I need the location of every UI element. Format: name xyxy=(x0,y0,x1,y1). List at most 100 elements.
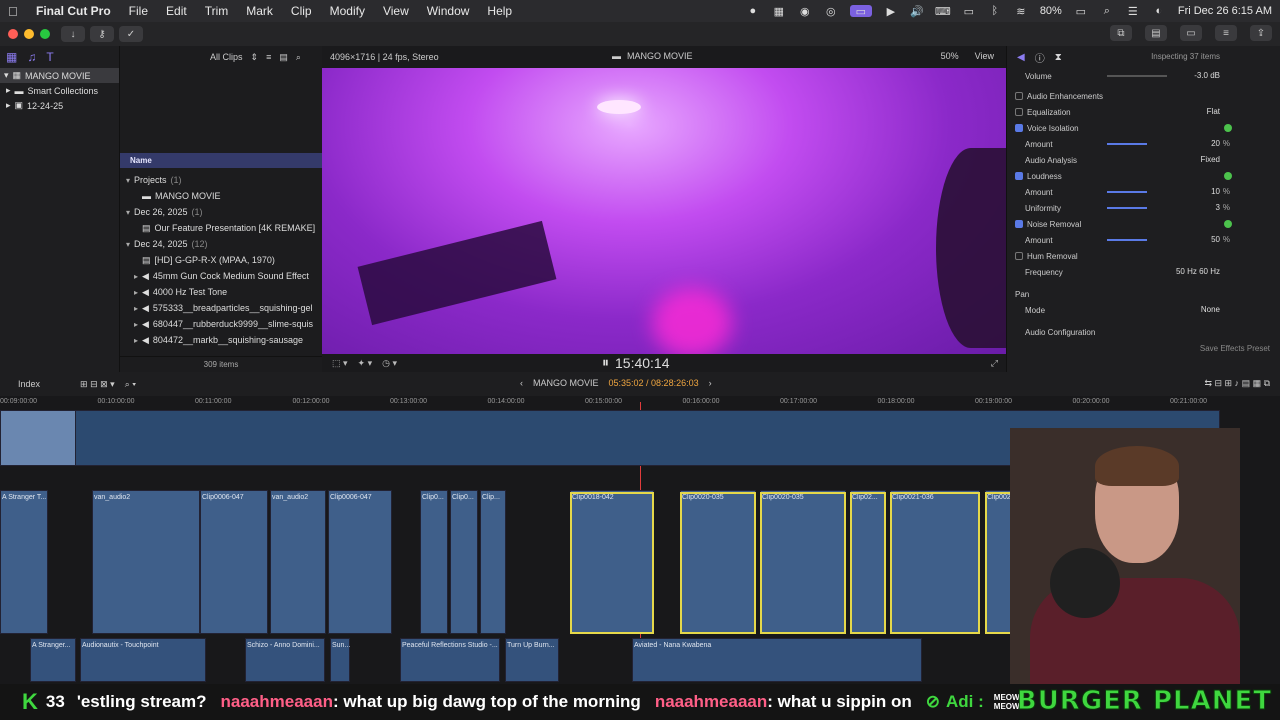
row-value[interactable]: Flat xyxy=(1207,107,1220,116)
sidebar-item-smart-collections[interactable]: ▸ ▬ Smart Collections xyxy=(0,83,119,98)
audio-clip[interactable] xyxy=(270,490,326,634)
camera-icon[interactable]: ◎ xyxy=(824,5,838,18)
amount-slider[interactable] xyxy=(1107,143,1147,145)
wifi-icon[interactable]: ≋ xyxy=(1014,5,1028,18)
search-icon[interactable]: ⌕ xyxy=(1100,5,1114,17)
list-item[interactable]: ▸ ◀ 680447__rubberduck9999__slime-squis xyxy=(120,316,322,332)
disclosure-icon[interactable]: ▸ xyxy=(130,288,142,297)
menu-help[interactable]: Help xyxy=(487,4,512,18)
disclosure-icon[interactable]: ▸ xyxy=(130,336,142,345)
disclosure-icon[interactable]: ▾ xyxy=(122,208,134,217)
enable-checkbox[interactable] xyxy=(1015,252,1023,260)
chevron-updown-icon[interactable]: ⇕ xyxy=(251,52,259,63)
record-icon[interactable]: ● xyxy=(746,5,760,17)
transform-icon[interactable]: ⬚ ▾ xyxy=(332,358,348,369)
photos-icon[interactable]: ♫ xyxy=(27,50,36,64)
menu-trim[interactable]: Trim xyxy=(205,4,229,18)
disclosure-icon[interactable]: ▾ xyxy=(122,240,134,249)
display-icon[interactable]: ▭ xyxy=(962,5,976,18)
battery-icon[interactable]: ▭ xyxy=(1074,5,1088,18)
zoom-tool-icon[interactable]: ⌕ ▾ xyxy=(125,379,136,390)
enhance-icon[interactable]: ✦ ▾ xyxy=(358,358,373,369)
titles-icon[interactable]: T xyxy=(46,50,53,64)
row-value[interactable]: 3 xyxy=(1216,203,1220,212)
background-tasks-icon[interactable]: ✓ xyxy=(119,26,143,42)
row-value[interactable]: 20 xyxy=(1211,139,1220,148)
info-icon[interactable]: ⓘ xyxy=(1035,50,1045,65)
list-item[interactable]: ▸ ◀ 575333__breadparticles__squishing-gel xyxy=(120,300,322,316)
enhancements-checkbox[interactable] xyxy=(1015,92,1023,100)
close-window-button[interactable] xyxy=(8,29,18,39)
list-item[interactable]: ▬ MANGO MOVIE xyxy=(120,188,322,204)
timeline-toggle-icon[interactable]: ▭ xyxy=(1180,25,1202,41)
view-menu[interactable]: View xyxy=(975,51,994,61)
amount-slider[interactable] xyxy=(1107,239,1147,241)
enable-checkbox[interactable] xyxy=(1015,124,1023,132)
row-value[interactable]: Fixed xyxy=(1200,155,1220,164)
audio-clip[interactable] xyxy=(92,490,200,634)
audio-inspector-icon[interactable]: ◀ xyxy=(1017,52,1025,63)
disclosure-icon[interactable]: ▸ xyxy=(130,304,142,313)
list-item[interactable]: ▾ Dec 24, 2025 (12) xyxy=(120,236,322,252)
back-arrow-icon[interactable]: ‹ xyxy=(520,378,523,388)
grid-icon[interactable]: ▦ xyxy=(772,5,786,18)
menu-view[interactable]: View xyxy=(383,4,409,18)
zoom-menu[interactable]: 50% xyxy=(941,51,959,61)
import-icon[interactable]: ↓ xyxy=(61,26,85,42)
menu-modify[interactable]: Modify xyxy=(330,4,365,18)
audio-clip[interactable] xyxy=(450,490,478,634)
timecode-display[interactable]: 15:40:14 xyxy=(615,355,670,371)
save-effects-preset-button[interactable]: Save Effects Preset xyxy=(1200,344,1270,353)
menu-window[interactable]: Window xyxy=(427,4,470,18)
row-value[interactable]: 10 xyxy=(1211,187,1220,196)
siri-icon[interactable]: ◐ xyxy=(1152,5,1166,17)
bluetooth-icon[interactable]: ᛒ xyxy=(988,5,1002,17)
app-menu[interactable]: Final Cut Pro xyxy=(36,4,111,18)
library-item[interactable]: ▾ ▦ MANGO MOVIE xyxy=(0,68,119,83)
volume-icon[interactable]: 🔊 xyxy=(910,5,924,18)
list-item[interactable]: ▸ ◀ 4000 Hz Test Tone xyxy=(120,284,322,300)
keyboard-icon[interactable]: ⌨ xyxy=(935,5,951,18)
keyword-icon[interactable]: ⚷ xyxy=(90,26,114,42)
volume-value[interactable]: -3.0 dB xyxy=(1194,71,1220,80)
disclosure-icon[interactable]: ▾ xyxy=(4,70,9,81)
amount-slider[interactable] xyxy=(1107,207,1147,209)
browser-toggle-icon[interactable]: ▤ xyxy=(1145,25,1167,41)
list-item[interactable]: ▾ Dec 26, 2025 (1) xyxy=(120,204,322,220)
discord-icon[interactable]: ◉ xyxy=(798,5,812,18)
disclosure-icon[interactable]: ▸ xyxy=(130,320,142,329)
menu-mark[interactable]: Mark xyxy=(246,4,273,18)
index-button[interactable]: Index xyxy=(18,379,40,389)
audio-clip[interactable] xyxy=(420,490,448,634)
control-center-icon[interactable]: ☰ xyxy=(1126,5,1140,18)
audio-clip[interactable] xyxy=(200,490,268,634)
libraries-icon[interactable]: ▦ xyxy=(6,50,17,64)
disclosure-icon[interactable]: ▾ xyxy=(122,176,134,185)
audio-clip[interactable] xyxy=(0,490,48,634)
enable-checkbox[interactable] xyxy=(1015,220,1023,228)
speed-icon[interactable]: ◷ ▾ xyxy=(382,358,397,369)
clip-filter[interactable]: All Clips xyxy=(210,52,243,62)
search-icon[interactable]: ⌕ xyxy=(296,52,301,63)
forward-arrow-icon[interactable]: › xyxy=(709,378,712,388)
menu-edit[interactable]: Edit xyxy=(166,4,187,18)
menu-clip[interactable]: Clip xyxy=(291,4,312,18)
enable-checkbox[interactable] xyxy=(1015,172,1023,180)
enable-checkbox[interactable] xyxy=(1015,108,1023,116)
row-value[interactable]: 50 Hz 60 Hz xyxy=(1176,267,1220,276)
film-icon[interactable]: ▤ xyxy=(279,52,288,63)
timeline-options-icon[interactable]: ⇆ ⊟ ⊞ ♪ ▤ ▦ ⧉ xyxy=(1204,378,1270,389)
minimize-window-button[interactable] xyxy=(24,29,34,39)
fullscreen-icon[interactable]: ⤢ xyxy=(991,358,998,369)
inspector-toggle-icon[interactable]: ≡ xyxy=(1215,25,1237,41)
share-inspector-icon[interactable]: ⧗ xyxy=(1055,52,1062,63)
list-view-icon[interactable]: ≡ xyxy=(266,52,271,62)
share-icon[interactable]: ⇪ xyxy=(1250,25,1272,41)
video-frame[interactable] xyxy=(322,68,1006,354)
audio-clip[interactable] xyxy=(480,490,506,634)
share-layout-icon[interactable]: ⧉ xyxy=(1110,25,1132,41)
list-item[interactable]: ▸ ◀ 804472__markb__squishing-sausage xyxy=(120,332,322,348)
disclosure-icon[interactable]: ▸ xyxy=(130,272,142,281)
screen-share-icon[interactable]: ▭ xyxy=(849,5,872,18)
edit-mode-icon[interactable]: ⊞ ⊟ ⊠ ▾ xyxy=(80,379,115,390)
